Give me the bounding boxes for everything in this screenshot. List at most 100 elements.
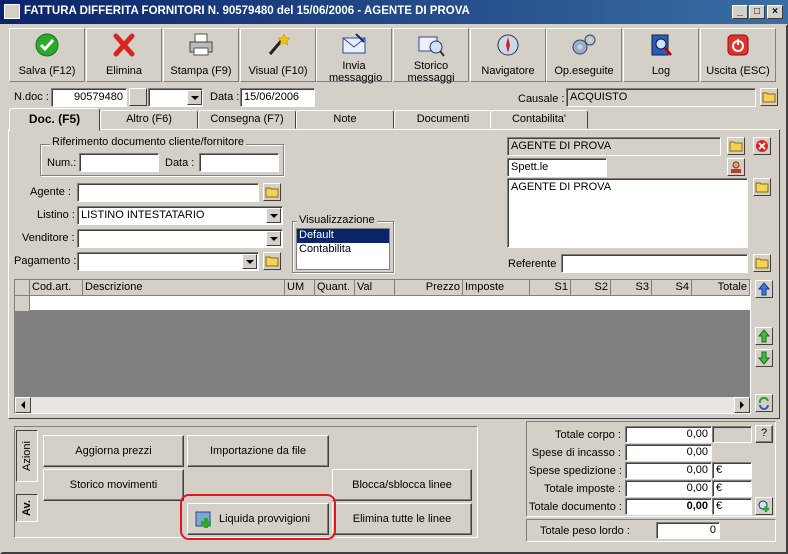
agente-field[interactable] xyxy=(77,183,259,202)
num-field[interactable] xyxy=(79,153,159,172)
visualizzazione-list[interactable]: Default Contabilita xyxy=(296,228,390,270)
help-button[interactable]: ? xyxy=(755,425,773,443)
title-bar: FATTURA DIFFERITA FORNITORI N. 90579480 … xyxy=(0,0,788,24)
app-icon xyxy=(4,4,20,19)
data-field[interactable]: 15/06/2006 xyxy=(240,88,315,107)
tab-altro[interactable]: Altro (F6) xyxy=(100,110,198,129)
navigator-button[interactable]: Navigatore xyxy=(470,28,546,82)
tab-av[interactable]: Av. xyxy=(16,494,38,522)
ndoc-field[interactable]: 90579480 xyxy=(51,88,127,107)
import-file-button[interactable]: Importazione da file xyxy=(187,435,329,467)
totale-imposte-currency: € xyxy=(712,480,752,497)
move-up-button[interactable] xyxy=(755,327,773,345)
num-label: Num.: xyxy=(47,157,77,169)
list-item[interactable]: Contabilita xyxy=(297,243,389,257)
navigator-label: Navigatore xyxy=(481,65,535,77)
agente-label: Agente : xyxy=(30,186,71,198)
column-header[interactable]: Prezzo xyxy=(395,280,463,296)
tab-azioni[interactable]: Azioni xyxy=(16,430,38,482)
scroll-right-button[interactable] xyxy=(734,397,750,413)
close-window-button[interactable]: × xyxy=(767,5,783,19)
column-header[interactable]: Imposte xyxy=(463,280,530,296)
column-header[interactable]: Totale xyxy=(692,280,750,296)
folder-icon xyxy=(755,258,769,269)
tab-consegna[interactable]: Consegna (F7) xyxy=(198,110,296,129)
causale-folder-button[interactable] xyxy=(760,88,778,106)
data-label: Data : xyxy=(210,91,240,103)
list-item[interactable]: Default xyxy=(297,229,389,243)
remove-intestatario-button[interactable] xyxy=(753,137,771,155)
address-folder-button[interactable] xyxy=(753,178,771,196)
referente-folder-button[interactable] xyxy=(753,254,771,272)
print-button[interactable]: Stampa (F9) xyxy=(163,28,239,82)
intestatario-prefix[interactable]: Spett.le xyxy=(507,158,607,177)
agente-folder-button[interactable] xyxy=(263,183,281,201)
minimize-button[interactable]: _ xyxy=(732,5,748,19)
intestatario-name[interactable]: AGENTE DI PROVA xyxy=(507,137,721,156)
column-header[interactable]: S2 xyxy=(571,280,611,296)
refresh-button[interactable] xyxy=(755,394,773,412)
causale-field[interactable]: ACQUISTO xyxy=(566,88,756,107)
lock-lines-button[interactable]: Blocca/sblocca linee xyxy=(332,469,472,501)
compass-icon xyxy=(497,34,519,56)
horizontal-scrollbar[interactable] xyxy=(15,397,750,413)
spese-spedizione-field[interactable]: 0,00 xyxy=(625,462,712,479)
update-prices-button[interactable]: Aggiorna prezzi xyxy=(43,435,184,467)
table-row[interactable] xyxy=(15,296,750,311)
tab-contabilita[interactable]: Contabilita' xyxy=(490,110,588,129)
articles-grid[interactable]: Cod.art. Descrizione UM Quant. Val Prezz… xyxy=(14,279,751,414)
print-label: Stampa (F9) xyxy=(170,65,232,77)
movement-history-button[interactable]: Storico movimenti xyxy=(43,469,184,501)
column-header[interactable]: S1 xyxy=(530,280,571,296)
move-top-button[interactable] xyxy=(755,280,773,298)
venditore-select[interactable] xyxy=(77,229,283,248)
column-header[interactable]: S4 xyxy=(652,280,692,296)
column-header[interactable]: S3 xyxy=(611,280,652,296)
log-button[interactable]: Log xyxy=(623,28,699,82)
save-button[interactable]: Salva (F12) xyxy=(9,28,85,82)
visual-button[interactable]: Visual (F10) xyxy=(240,28,316,82)
peso-label: Totale peso lordo : xyxy=(540,525,630,537)
column-header[interactable]: UM xyxy=(285,280,315,296)
settle-commissions-label: Liquida provvigioni xyxy=(219,513,311,525)
rif-data-field[interactable] xyxy=(199,153,279,172)
column-header[interactable]: Cod.art. xyxy=(30,280,83,296)
peso-field[interactable]: 0 xyxy=(656,522,720,539)
operations-done-button[interactable]: Op.eseguite xyxy=(546,28,622,82)
totals-detail-button[interactable] xyxy=(755,497,773,515)
tab-note[interactable]: Note xyxy=(296,110,394,129)
exit-button[interactable]: Uscita (ESC) xyxy=(700,28,776,82)
chevron-down-icon[interactable] xyxy=(242,254,257,269)
spese-incasso-field[interactable]: 0,00 xyxy=(625,444,712,461)
totale-corpo-extra xyxy=(712,426,752,443)
user-lookup-button[interactable] xyxy=(727,158,745,176)
totale-corpo-label: Totale corpo : xyxy=(554,429,621,441)
pagamento-folder-button[interactable] xyxy=(263,252,281,270)
tab-doc[interactable]: Doc. (F5) xyxy=(9,108,100,131)
chevron-down-icon[interactable] xyxy=(266,231,281,246)
totale-documento-field[interactable]: 0,00 xyxy=(625,498,712,515)
move-down-button[interactable] xyxy=(755,349,773,367)
intestatario-folder-button[interactable] xyxy=(727,137,745,155)
referente-field[interactable] xyxy=(561,254,748,273)
column-header[interactable]: Descrizione xyxy=(83,280,285,296)
maximize-button[interactable]: □ xyxy=(749,5,765,19)
scroll-left-button[interactable] xyxy=(15,397,31,413)
rif-data-label: Data : xyxy=(165,157,195,169)
ndoc-lookup-button[interactable] xyxy=(129,88,147,106)
chevron-down-icon[interactable] xyxy=(266,208,281,223)
pagamento-select[interactable] xyxy=(77,252,259,271)
column-header[interactable]: Val xyxy=(355,280,395,296)
totale-imposte-field[interactable]: 0,00 xyxy=(625,480,712,497)
send-message-button[interactable]: Invia messaggio xyxy=(316,28,392,84)
listino-select[interactable]: LISTINO INTESTATARIO xyxy=(77,206,283,225)
totale-corpo-field[interactable]: 0,00 xyxy=(625,426,712,443)
column-header[interactable]: Quant. xyxy=(315,280,355,296)
delete-all-lines-button[interactable]: Elimina tutte le linee xyxy=(332,503,472,535)
tab-documenti[interactable]: Documenti xyxy=(394,110,492,129)
intestatario-address[interactable]: AGENTE DI PROVA xyxy=(507,178,748,248)
chevron-down-icon[interactable] xyxy=(187,90,202,105)
delete-button[interactable]: Elimina xyxy=(86,28,162,82)
message-history-button[interactable]: Storico messaggi xyxy=(393,28,469,84)
settle-commissions-button[interactable]: Liquida provvigioni xyxy=(187,503,329,535)
